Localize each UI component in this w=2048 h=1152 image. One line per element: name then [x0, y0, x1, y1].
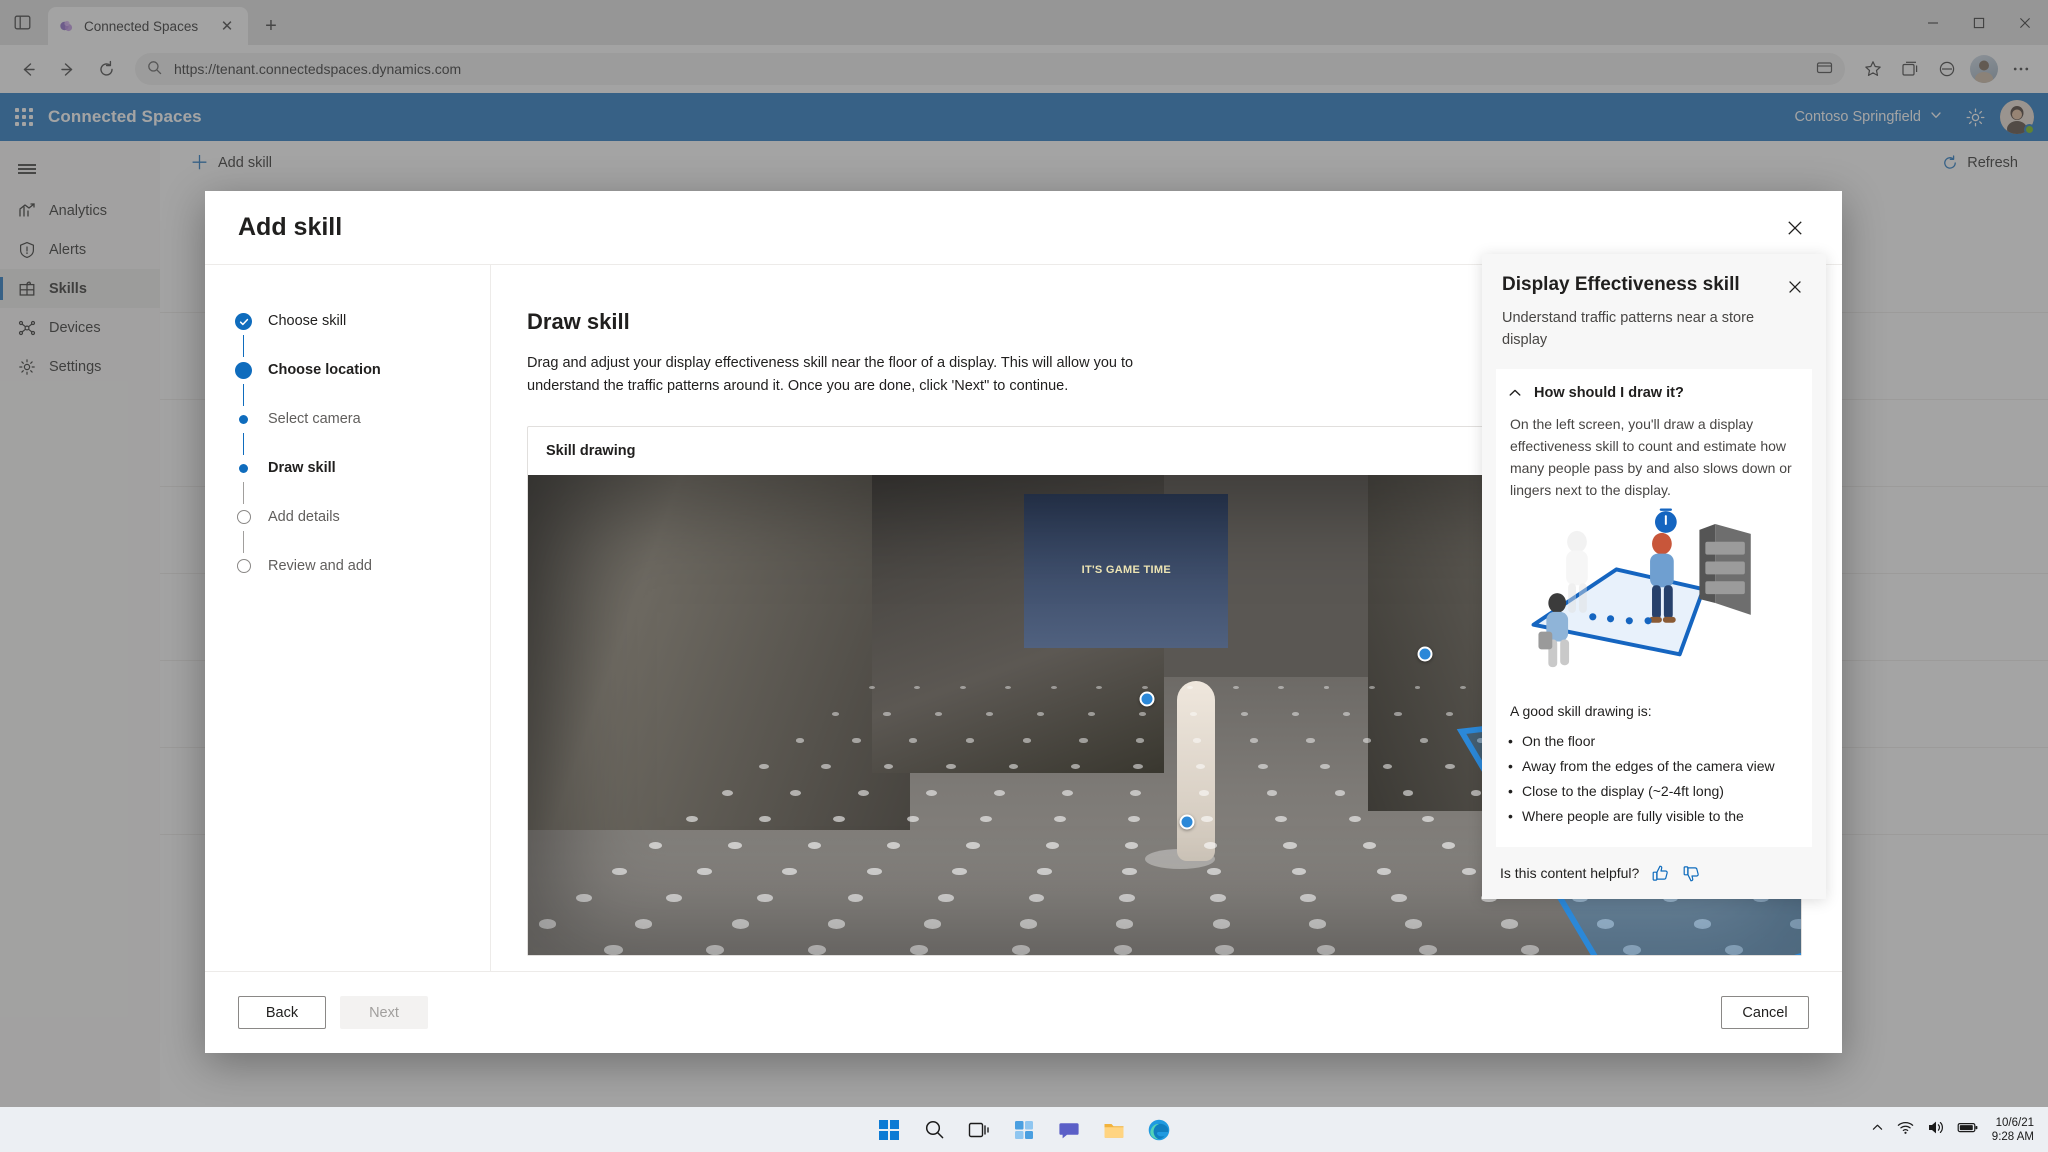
wizard-step-draw-skill[interactable]: Draw skill — [235, 460, 490, 477]
wizard-stepper: Choose skill Choose location Select came… — [205, 265, 490, 971]
chevron-up-icon — [1508, 386, 1522, 400]
step-dot — [239, 464, 248, 473]
zone-handle-left[interactable] — [1139, 692, 1154, 707]
help-panel-close-icon[interactable] — [1782, 274, 1808, 300]
draw-skill-pane: Draw skill Drag and adjust your display … — [490, 265, 1842, 971]
volume-icon[interactable] — [1927, 1119, 1944, 1141]
zone-handle-bottom[interactable] — [1180, 814, 1195, 829]
wizard-step-add-details[interactable]: Add details — [235, 509, 490, 526]
windows-taskbar: 10/6/21 9:28 AM — [0, 1107, 2048, 1152]
help-panel-card: How should I draw it? On the left screen… — [1496, 369, 1812, 847]
step-label: Draw skill — [268, 460, 336, 477]
teams-chat-icon[interactable] — [1055, 1116, 1083, 1144]
taskbar-clock[interactable]: 10/6/21 9:28 AM — [1992, 1116, 2034, 1144]
thumbs-down-icon[interactable] — [1682, 864, 1701, 883]
step-current-dot — [235, 362, 252, 379]
step-label: Review and add — [268, 558, 372, 575]
feedback-question: Is this content helpful? — [1500, 865, 1639, 881]
step-label: Select camera — [268, 411, 361, 428]
back-button[interactable]: Back — [238, 996, 326, 1029]
step-pending-dot — [237, 559, 251, 573]
help-panel-subtitle: Understand traffic patterns near a store… — [1502, 307, 1802, 351]
dialog-body: Choose skill Choose location Select came… — [205, 264, 1842, 971]
taskbar-time: 9:28 AM — [1992, 1130, 2034, 1144]
wizard-step-choose-location[interactable]: Choose location — [235, 362, 490, 379]
step-label: Add details — [268, 509, 340, 526]
search-icon[interactable] — [920, 1116, 948, 1144]
wizard-step-choose-skill[interactable]: Choose skill — [235, 313, 490, 330]
help-accordion-label: How should I draw it? — [1534, 385, 1684, 401]
dialog-footer: Back Next Cancel — [205, 971, 1842, 1053]
help-list-title: A good skill drawing is: — [1496, 697, 1812, 719]
thumbs-up-icon[interactable] — [1651, 864, 1670, 883]
file-explorer-icon[interactable] — [1100, 1116, 1128, 1144]
step-dot — [239, 415, 248, 424]
help-flyout-panel: Display Effectiveness skill Understand t… — [1482, 254, 1826, 899]
edge-icon[interactable] — [1145, 1116, 1173, 1144]
help-illustration — [1496, 507, 1812, 697]
tray-chevron-up-icon[interactable] — [1871, 1121, 1884, 1139]
wizard-step-select-camera[interactable]: Select camera — [235, 411, 490, 428]
widgets-icon[interactable] — [1010, 1116, 1038, 1144]
taskbar-system-tray: 10/6/21 9:28 AM — [1871, 1116, 2048, 1144]
list-item: On the floor — [1522, 729, 1798, 754]
start-icon[interactable] — [875, 1116, 903, 1144]
help-accordion-header[interactable]: How should I draw it? — [1496, 369, 1812, 401]
next-button[interactable]: Next — [340, 996, 428, 1029]
taskbar-apps — [875, 1116, 1173, 1144]
wifi-icon[interactable] — [1897, 1119, 1914, 1141]
help-panel-header: Display Effectiveness skill Understand t… — [1482, 254, 1826, 351]
step-label: Choose location — [268, 362, 381, 379]
list-item: Close to the display (~2-4ft long) — [1522, 779, 1798, 804]
page-description: Drag and adjust your display effectivene… — [527, 352, 1167, 398]
step-label: Choose skill — [268, 313, 346, 330]
wizard-step-review-and-add[interactable]: Review and add — [235, 558, 490, 575]
help-paragraph: On the left screen, you'll draw a displa… — [1496, 401, 1812, 501]
list-item: Away from the edges of the camera view — [1522, 754, 1798, 779]
dialog-close-icon[interactable] — [1776, 209, 1814, 247]
cancel-button[interactable]: Cancel — [1721, 996, 1809, 1029]
battery-icon[interactable] — [1957, 1119, 1979, 1141]
help-feedback-row: Is this content helpful? — [1482, 847, 1826, 899]
task-view-icon[interactable] — [965, 1116, 993, 1144]
step-complete-check-icon — [235, 313, 252, 330]
list-item: Where people are fully visible to the — [1522, 804, 1798, 829]
dialog-title: Add skill — [238, 213, 342, 242]
help-bullet-list: On the floor Away from the edges of the … — [1496, 719, 1812, 829]
taskbar-date: 10/6/21 — [1992, 1116, 2034, 1130]
help-panel-title: Display Effectiveness skill — [1502, 274, 1782, 296]
step-pending-dot — [237, 510, 251, 524]
add-skill-dialog: Add skill Choose skill Choose location — [205, 191, 1842, 1053]
browser-window: Connected Spaces ✕ + — [0, 0, 2048, 1152]
skill-drawing-title: Skill drawing — [546, 443, 635, 459]
zone-handle-top[interactable] — [1418, 646, 1433, 661]
